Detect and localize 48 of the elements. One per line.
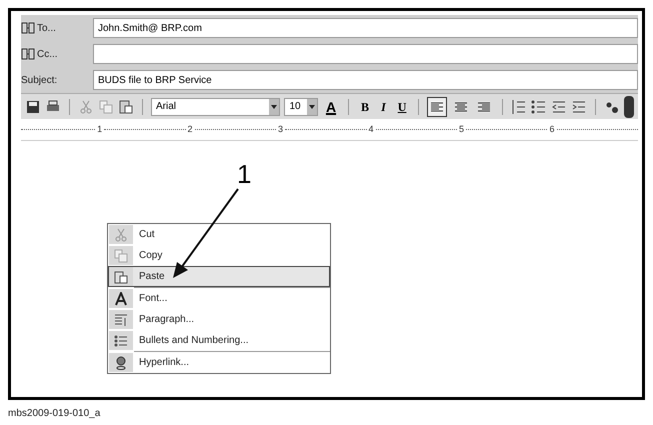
font-field[interactable]: Arial [150,98,280,116]
dropdown-icon [269,98,280,114]
menu-item[interactable]: Paragraph... [108,309,330,330]
copy-icon [114,248,128,262]
address-book-icon [21,22,35,34]
ruler-number: 1 [96,122,104,136]
menu-item[interactable]: Copy [108,245,330,266]
bullet-list-icon[interactable] [531,98,548,114]
align-center-icon [454,102,467,112]
align-right-icon [478,102,490,112]
input-field[interactable]: BUDS file to BRP Service [93,70,638,90]
toolbar-overflow-icon[interactable] [624,96,634,118]
dropdown-icon [306,98,317,114]
font-size-field[interactable]: 10 [284,98,318,116]
field-label: Subject: [21,74,58,88]
menu-item[interactable]: Font... [108,288,330,309]
input-field[interactable] [93,44,638,64]
ruler-number: 2 [186,122,194,136]
font-color-button[interactable]: A [322,100,340,114]
ruler-number: 5 [458,122,466,136]
letter-icon [114,292,128,306]
paragraph-icon [114,312,128,326]
increase-indent-icon[interactable] [571,98,588,114]
menu-item[interactable]: Bullets and Numbering... [108,330,330,351]
field-label[interactable]: Cc... [37,46,58,62]
numbered-list-icon[interactable] [511,98,528,114]
figure-caption: mbs2009-019-010_a [8,407,100,421]
clipboard-icon [114,270,128,284]
callout-number: 1 [237,161,252,187]
bullet-list-icon [114,334,128,348]
ruler-number: 3 [277,122,284,136]
decrease-indent-icon[interactable] [551,98,568,114]
menu-item[interactable]: Hyperlink... [108,352,330,373]
ruler-number: 4 [368,122,375,136]
menu-item[interactable]: Paste [108,266,330,287]
save-icon[interactable] [25,98,41,114]
field-label[interactable]: To... [37,20,56,36]
ruler-number: 6 [548,122,556,136]
menu-item[interactable]: Cut [108,224,330,245]
address-book-icon [21,48,35,60]
clipboard-icon[interactable] [118,98,134,114]
align-left-icon [431,102,444,112]
scissors-icon [114,228,128,242]
bold-button[interactable]: B [357,98,374,116]
underline-button[interactable]: U [394,98,410,116]
align-button[interactable] [427,96,448,116]
input-field[interactable]: John.Smith@ BRP.com [93,18,638,38]
italic-button[interactable]: I [377,98,390,116]
